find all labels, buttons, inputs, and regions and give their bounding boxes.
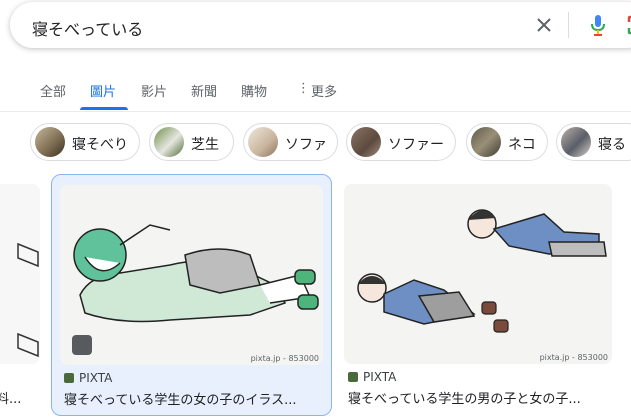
- tab-videos[interactable]: 影片: [141, 81, 167, 100]
- chip-shibafu[interactable]: 芝生: [149, 123, 234, 161]
- result-image: [0, 184, 40, 364]
- tab-shopping[interactable]: 購物: [241, 81, 267, 100]
- tab-news[interactable]: 新聞: [191, 81, 217, 100]
- image-type-icon: [72, 335, 92, 355]
- camera-search-icon[interactable]: [626, 14, 631, 36]
- result-source[interactable]: PIXTA: [64, 371, 112, 385]
- boy-girl-lying-illustration: [357, 209, 607, 333]
- chip-thumbnail: [561, 127, 591, 157]
- result-card[interactable]: pixta.jp - 853000 PIXTA 寝そべっている学生の男の子と女の…: [340, 174, 631, 416]
- chip-neru[interactable]: 寝る: [556, 123, 631, 161]
- mic-icon[interactable]: [590, 14, 606, 36]
- clear-icon[interactable]: [535, 16, 553, 34]
- chip-thumbnail: [248, 127, 278, 157]
- chip-thumbnail: [351, 127, 381, 157]
- result-title[interactable]: 寝そべっている学生の男の子と女の子...: [348, 388, 581, 407]
- result-title[interactable]: 寝そべっている学生の女の子のイラス...: [64, 389, 297, 408]
- chip-sofa[interactable]: ソファ: [243, 123, 338, 161]
- book-illustration: [17, 242, 39, 358]
- search-bar[interactable]: 寝そべっている: [10, 2, 631, 48]
- chip-thumbnail: [35, 127, 65, 157]
- active-tab-indicator: [80, 107, 128, 110]
- search-input[interactable]: 寝そべっている: [32, 16, 143, 40]
- chip-neko[interactable]: ネコ: [466, 123, 548, 161]
- result-card[interactable]: pixta.jp - 853000 PIXTA 寝そべっている学生の女の子のイラ…: [51, 174, 332, 416]
- chip-sofaa[interactable]: ソファー: [346, 123, 456, 161]
- pixta-icon: [348, 372, 358, 382]
- search-tabs: 全部 圖片 影片 新聞 購物 ⋮ 更多: [0, 72, 631, 112]
- more-vert-icon[interactable]: ⋮: [297, 81, 310, 96]
- result-source[interactable]: PIXTA: [348, 370, 396, 384]
- divider: [0, 111, 631, 112]
- tab-more[interactable]: 更多: [311, 81, 337, 100]
- chip-thumbnail: [471, 127, 501, 157]
- pixta-icon: [64, 373, 74, 383]
- tab-images[interactable]: 圖片: [90, 81, 116, 100]
- chip-nesoberi[interactable]: 寝そべり: [30, 123, 140, 161]
- result-card-partial[interactable]: 料...: [0, 174, 40, 416]
- chip-thumbnail: [154, 127, 184, 157]
- divider: [568, 12, 569, 38]
- tab-all[interactable]: 全部: [40, 81, 66, 100]
- girl-lying-illustration: [73, 224, 319, 323]
- result-image: pixta.jp - 853000: [344, 184, 612, 364]
- result-image: pixta.jp - 853000: [60, 185, 323, 365]
